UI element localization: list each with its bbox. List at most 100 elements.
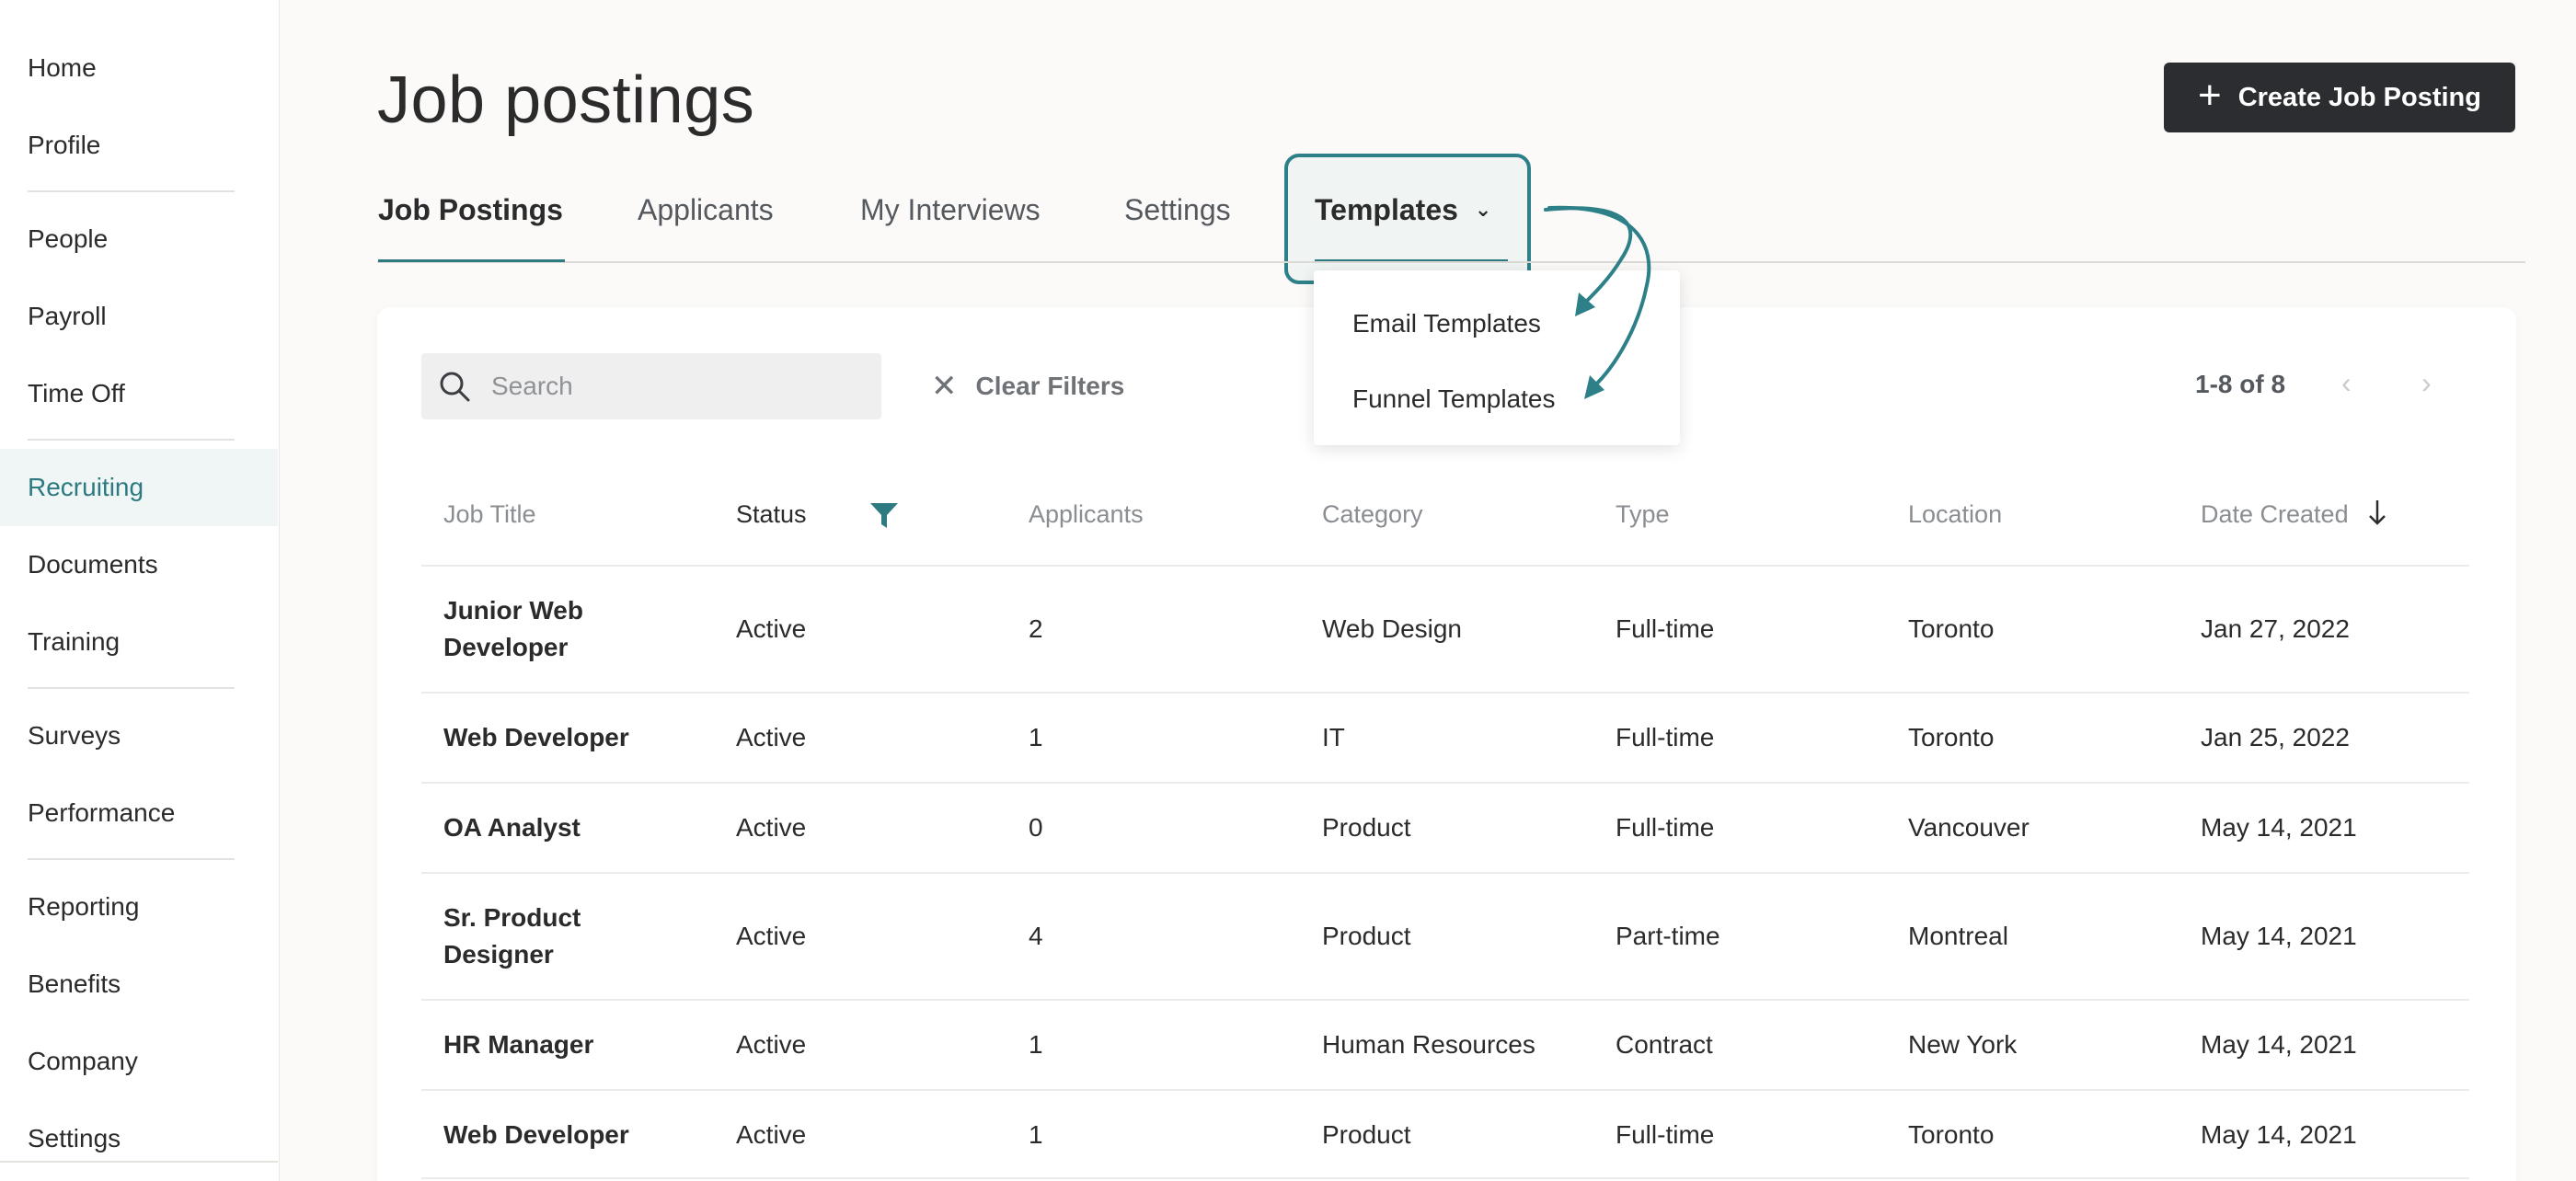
type-cell: Full-time [1616,1120,1715,1149]
arrow-down-icon [2369,500,2386,525]
table-divider [421,999,2469,1001]
status-cell: Active [736,614,807,643]
location-cell: Toronto [1908,614,1995,643]
tab-label: Templates [1315,193,1458,226]
sidebar-item-label: Training [28,627,121,656]
sidebar-item-recruiting[interactable]: Recruiting [0,449,278,526]
status-cell: Active [736,813,807,842]
category-cell: Human Resources [1322,1030,1535,1059]
sidebar-item-label: People [28,224,109,253]
category-cell: Product [1322,813,1411,842]
menu-item-funnel-templates[interactable]: Funnel Templates [1352,384,1556,414]
sidebar-item-performance[interactable]: Performance [0,774,278,852]
date-cell: Jan 25, 2022 [2201,723,2350,751]
applicants-cell: 2 [1029,614,1043,643]
page-title: Job postings [377,63,755,137]
templates-dropdown-menu: Email Templates Funnel Templates [1314,270,1680,445]
search-input[interactable] [491,372,859,401]
date-cell: May 14, 2021 [2201,1120,2357,1149]
table-divider [421,1177,2469,1179]
date-cell: Jan 27, 2022 [2201,614,2350,643]
status-cell: Active [736,1120,807,1149]
sidebar-item-company[interactable]: Company [0,1023,278,1100]
status-cell: Active [736,922,807,950]
templates-underline [1315,259,1508,261]
sidebar-item-label: Documents [28,550,158,579]
sidebar-item-benefits[interactable]: Benefits [0,946,278,1023]
sidebar: Home Profile People Payroll Time Off Rec… [0,0,280,1181]
column-header-status[interactable]: Status [736,500,807,529]
column-header-job-title[interactable]: Job Title [443,500,536,529]
sidebar-item-people[interactable]: People [0,201,278,278]
sidebar-item-training[interactable]: Training [0,603,278,681]
pagination-count: 1-8 of 8 [2195,370,2286,398]
chevron-right-icon[interactable]: › [2421,366,2432,400]
sidebar-divider [0,1161,278,1163]
applicants-cell: 1 [1029,723,1043,751]
sidebar-item-label: Settings [28,1124,121,1152]
column-header-category[interactable]: Category [1322,500,1423,529]
date-cell: May 14, 2021 [2201,813,2357,842]
create-job-posting-label: Create Job Posting [2237,82,2481,112]
applicants-cell: 4 [1029,922,1043,950]
status-cell: Active [736,1030,807,1059]
column-header-date-created[interactable]: Date Created [2201,499,2388,529]
tab-active-underline [378,259,565,262]
category-cell: Web Design [1322,614,1463,643]
sidebar-item-label: Performance [28,798,176,827]
date-cell: May 14, 2021 [2201,922,2357,950]
filter-icon[interactable] [868,500,900,532]
tab-applicants[interactable]: Applicants [638,193,774,263]
clear-filters-label: Clear Filters [975,372,1125,400]
search-icon [440,372,470,402]
sidebar-item-payroll[interactable]: Payroll [0,278,278,355]
location-cell: Toronto [1908,723,1995,751]
sidebar-item-label: Time Off [28,379,125,407]
category-cell: IT [1322,723,1345,751]
table-divider [421,872,2469,874]
sidebar-item-documents[interactable]: Documents [0,526,278,603]
location-cell: Toronto [1908,1120,1995,1149]
sidebar-item-surveys[interactable]: Surveys [0,697,278,774]
job-title-cell[interactable]: Sr. Product Designer [443,900,646,973]
sidebar-item-profile[interactable]: Profile [0,107,278,184]
sidebar-item-home[interactable]: Home [0,29,278,107]
tab-job-postings[interactable]: Job Postings [378,193,563,263]
job-title-cell[interactable]: HR Manager [443,1026,719,1063]
create-job-posting-button[interactable]: + Create Job Posting [2164,63,2515,132]
search-box[interactable] [421,353,881,419]
status-cell: Active [736,723,807,751]
sidebar-divider [28,858,235,860]
tab-settings[interactable]: Settings [1124,193,1231,263]
tab-label: Job Postings [378,193,563,226]
sidebar-item-label: Recruiting [28,473,144,501]
sidebar-item-label: Company [28,1047,138,1075]
job-title-cell[interactable]: OA Analyst [443,809,719,846]
clear-filters-button[interactable]: ✕ Clear Filters [931,364,1124,408]
chevron-left-icon[interactable]: ‹ [2341,366,2352,400]
applicants-cell: 0 [1029,813,1043,842]
location-cell: Montreal [1908,922,2008,950]
table-divider [421,692,2469,694]
column-header-type[interactable]: Type [1616,500,1670,529]
type-cell: Full-time [1616,614,1715,643]
sidebar-item-time-off[interactable]: Time Off [0,355,278,432]
tab-templates[interactable]: Templates ⌄ [1315,193,1491,263]
location-cell: Vancouver [1908,813,2030,842]
column-header-location[interactable]: Location [1908,500,2002,529]
applicants-cell: 1 [1029,1120,1043,1149]
job-title-cell[interactable]: Web Developer [443,719,719,756]
sidebar-item-label: Home [28,53,97,82]
tab-my-interviews[interactable]: My Interviews [860,193,1041,263]
chevron-down-icon: ⌄ [1474,198,1492,221]
sidebar-item-settings[interactable]: Settings [0,1100,278,1177]
sidebar-item-reporting[interactable]: Reporting [0,868,278,946]
date-cell: May 14, 2021 [2201,1030,2357,1059]
table-divider [421,1089,2469,1091]
column-header-applicants[interactable]: Applicants [1029,500,1144,529]
sidebar-item-label: Profile [28,131,101,159]
menu-item-email-templates[interactable]: Email Templates [1352,309,1541,338]
job-title-cell[interactable]: Web Developer [443,1117,719,1153]
type-cell: Contract [1616,1030,1713,1059]
job-title-cell[interactable]: Junior Web Developer [443,592,646,666]
